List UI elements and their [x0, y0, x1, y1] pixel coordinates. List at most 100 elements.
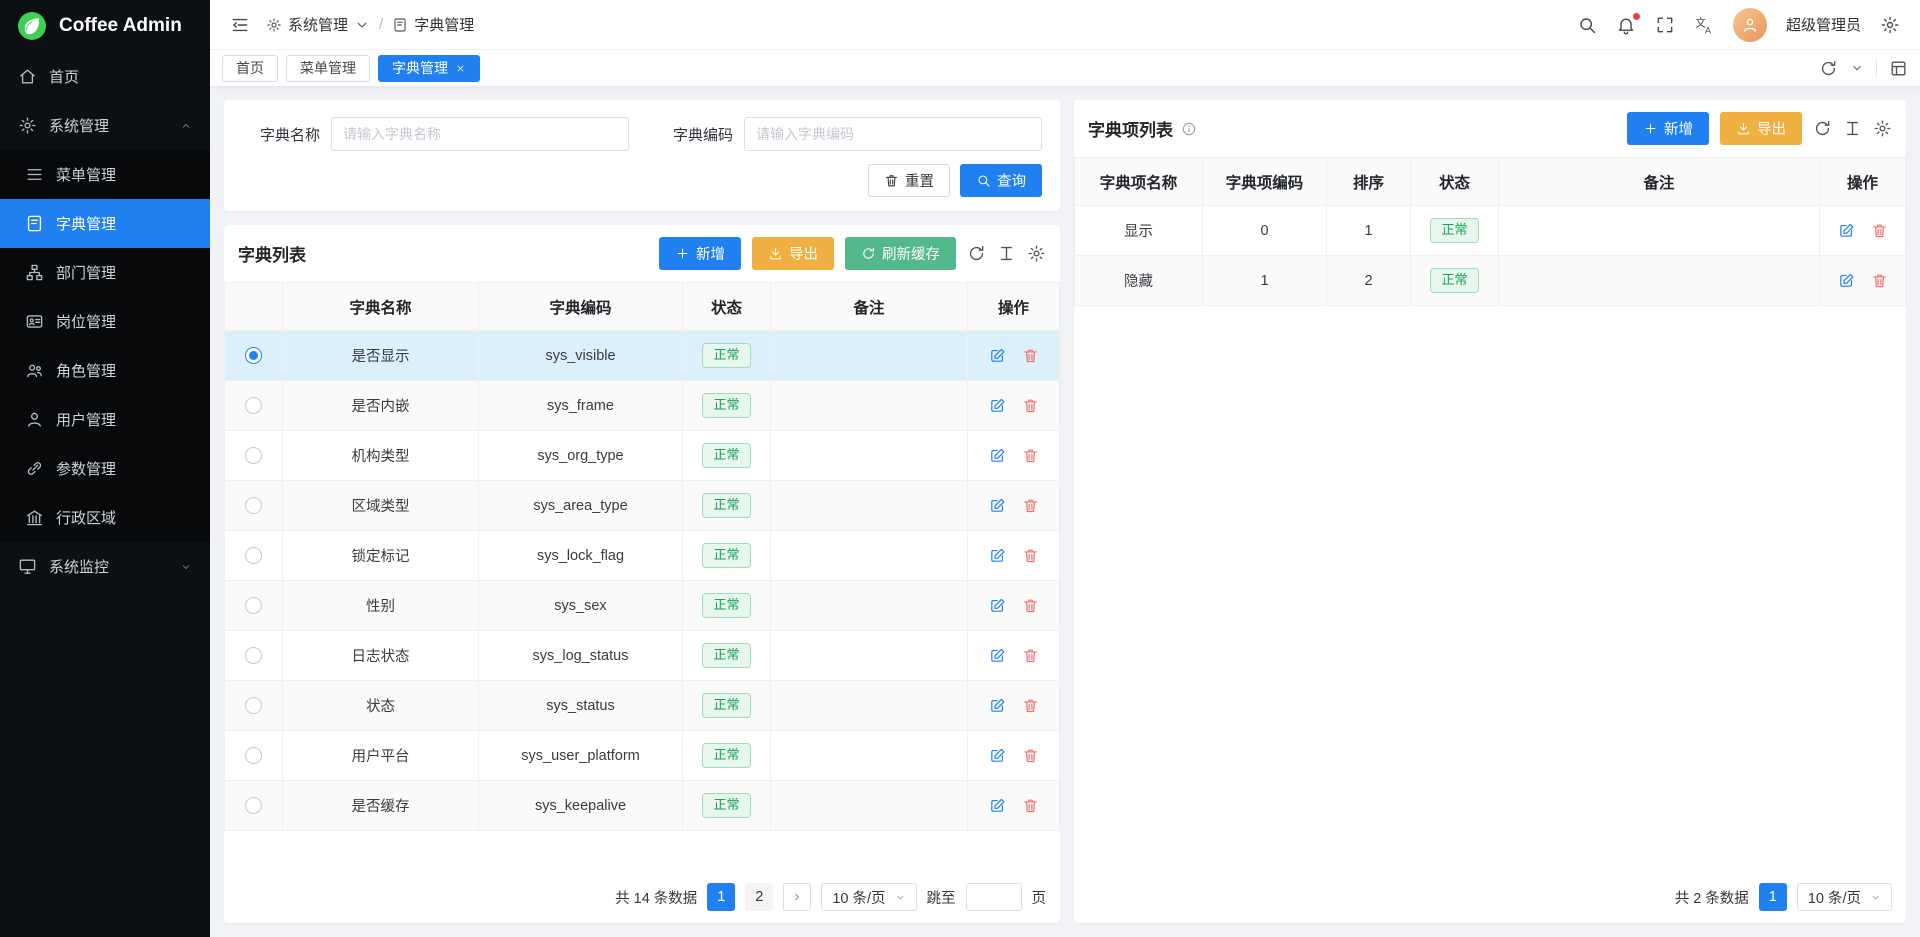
app-logo[interactable]: Coffee Admin: [0, 0, 210, 52]
query-button[interactable]: 查询: [960, 164, 1042, 197]
delete-icon[interactable]: [1871, 272, 1888, 289]
row-radio[interactable]: [245, 747, 262, 764]
delete-icon[interactable]: [1022, 747, 1039, 764]
edit-icon[interactable]: [989, 597, 1006, 614]
edit-icon[interactable]: [989, 447, 1006, 464]
tabs-dropdown-icon[interactable]: [1850, 61, 1864, 75]
table-row[interactable]: 机构类型 sys_org_type 正常: [225, 431, 1060, 481]
page-size-select[interactable]: 10 条/页: [821, 883, 916, 911]
row-radio[interactable]: [245, 347, 262, 364]
sidebar-collapse-icon[interactable]: [230, 15, 250, 35]
table-row[interactable]: 用户平台 sys_user_platform 正常: [225, 731, 1060, 781]
close-icon[interactable]: [455, 63, 466, 74]
refresh-tab-icon[interactable]: [1819, 59, 1838, 78]
delete-icon[interactable]: [1022, 797, 1039, 814]
edit-icon[interactable]: [989, 797, 1006, 814]
delete-icon[interactable]: [1022, 497, 1039, 514]
page-button-2[interactable]: 2: [745, 883, 773, 911]
search-icon[interactable]: [1577, 15, 1597, 35]
translate-icon[interactable]: 文A: [1694, 15, 1714, 35]
delete-icon[interactable]: [1022, 697, 1039, 714]
tab-home[interactable]: 首页: [222, 55, 278, 82]
export-button[interactable]: 导出: [752, 237, 834, 270]
text-size-icon[interactable]: [997, 244, 1016, 263]
page-button-1[interactable]: 1: [1759, 883, 1787, 911]
row-radio[interactable]: [245, 397, 262, 414]
sidebar-item-dict-management[interactable]: 字典管理: [0, 199, 210, 248]
next-page-button[interactable]: [783, 883, 811, 911]
sidebar: Coffee Admin 首页系统管理菜单管理字典管理部门管理岗位管理角色管理用…: [0, 0, 210, 937]
delete-icon[interactable]: [1022, 447, 1039, 464]
delete-icon[interactable]: [1871, 222, 1888, 239]
row-radio[interactable]: [245, 497, 262, 514]
edit-icon[interactable]: [989, 497, 1006, 514]
reset-button[interactable]: 重置: [868, 164, 950, 197]
export-item-button[interactable]: 导出: [1720, 112, 1802, 145]
sidebar-item-post-management[interactable]: 岗位管理: [0, 297, 210, 346]
add-item-button[interactable]: 新增: [1627, 112, 1709, 145]
table-settings-icon[interactable]: [1873, 119, 1892, 138]
row-radio[interactable]: [245, 597, 262, 614]
column-header: 备注: [1499, 158, 1820, 206]
cell-item-sort: 2: [1327, 256, 1411, 306]
table-settings-icon[interactable]: [1027, 244, 1046, 263]
fullscreen-icon[interactable]: [1655, 15, 1675, 35]
table-row[interactable]: 状态 sys_status 正常: [225, 681, 1060, 731]
edit-icon[interactable]: [1838, 222, 1855, 239]
refresh-cache-button[interactable]: 刷新缓存: [845, 237, 956, 270]
tab-dict-management[interactable]: 字典管理: [378, 55, 480, 82]
table-row[interactable]: 是否显示 sys_visible 正常: [225, 331, 1060, 381]
sidebar-item-user-management[interactable]: 用户管理: [0, 395, 210, 444]
dict-name-input[interactable]: [331, 117, 629, 151]
jump-page-input[interactable]: [966, 883, 1022, 911]
edit-icon[interactable]: [989, 647, 1006, 664]
edit-icon[interactable]: [989, 747, 1006, 764]
text-size-icon[interactable]: [1843, 119, 1862, 138]
sidebar-item-param-management[interactable]: 参数管理: [0, 444, 210, 493]
sidebar-item-admin-region[interactable]: 行政区域: [0, 493, 210, 542]
avatar[interactable]: [1733, 8, 1767, 42]
table-row[interactable]: 锁定标记 sys_lock_flag 正常: [225, 531, 1060, 581]
sidebar-group-system-monitor[interactable]: 系统监控: [0, 542, 210, 591]
breadcrumb-item-system[interactable]: 系统管理: [266, 14, 370, 35]
sidebar-group-system-management[interactable]: 系统管理: [0, 101, 210, 150]
settings-gear-icon[interactable]: [1880, 15, 1900, 35]
edit-icon[interactable]: [989, 347, 1006, 364]
sidebar-item-home[interactable]: 首页: [0, 52, 210, 101]
delete-icon[interactable]: [1022, 647, 1039, 664]
sidebar-item-role-management[interactable]: 角色管理: [0, 346, 210, 395]
table-row[interactable]: 隐藏 1 2 正常: [1075, 256, 1906, 306]
table-row[interactable]: 是否内嵌 sys_frame 正常: [225, 381, 1060, 431]
edit-icon[interactable]: [989, 697, 1006, 714]
delete-icon[interactable]: [1022, 597, 1039, 614]
dict-code-input[interactable]: [744, 117, 1042, 151]
row-radio[interactable]: [245, 797, 262, 814]
table-row[interactable]: 性别 sys_sex 正常: [225, 581, 1060, 631]
breadcrumb-item-dict[interactable]: 字典管理: [392, 14, 474, 35]
delete-icon[interactable]: [1022, 547, 1039, 564]
edit-icon[interactable]: [1838, 272, 1855, 289]
user-name[interactable]: 超级管理员: [1786, 14, 1861, 35]
table-row[interactable]: 区域类型 sys_area_type 正常: [225, 481, 1060, 531]
notification-bell[interactable]: [1616, 15, 1636, 35]
page-size-select[interactable]: 10 条/页: [1797, 883, 1892, 911]
row-radio[interactable]: [245, 447, 262, 464]
sidebar-item-menu-management[interactable]: 菜单管理: [0, 150, 210, 199]
delete-icon[interactable]: [1022, 397, 1039, 414]
add-button[interactable]: 新增: [659, 237, 741, 270]
delete-icon[interactable]: [1022, 347, 1039, 364]
edit-icon[interactable]: [989, 547, 1006, 564]
edit-icon[interactable]: [989, 397, 1006, 414]
row-radio[interactable]: [245, 547, 262, 564]
row-radio[interactable]: [245, 697, 262, 714]
table-row[interactable]: 日志状态 sys_log_status 正常: [225, 631, 1060, 681]
sidebar-item-dept-management[interactable]: 部门管理: [0, 248, 210, 297]
reload-table-icon[interactable]: [967, 244, 986, 263]
layout-icon[interactable]: [1889, 59, 1908, 78]
tab-menu-management[interactable]: 菜单管理: [286, 55, 370, 82]
table-row[interactable]: 是否缓存 sys_keepalive 正常: [225, 781, 1060, 831]
row-radio[interactable]: [245, 647, 262, 664]
reload-table-icon[interactable]: [1813, 119, 1832, 138]
page-button-1[interactable]: 1: [707, 883, 735, 911]
table-row[interactable]: 显示 0 1 正常: [1075, 206, 1906, 256]
